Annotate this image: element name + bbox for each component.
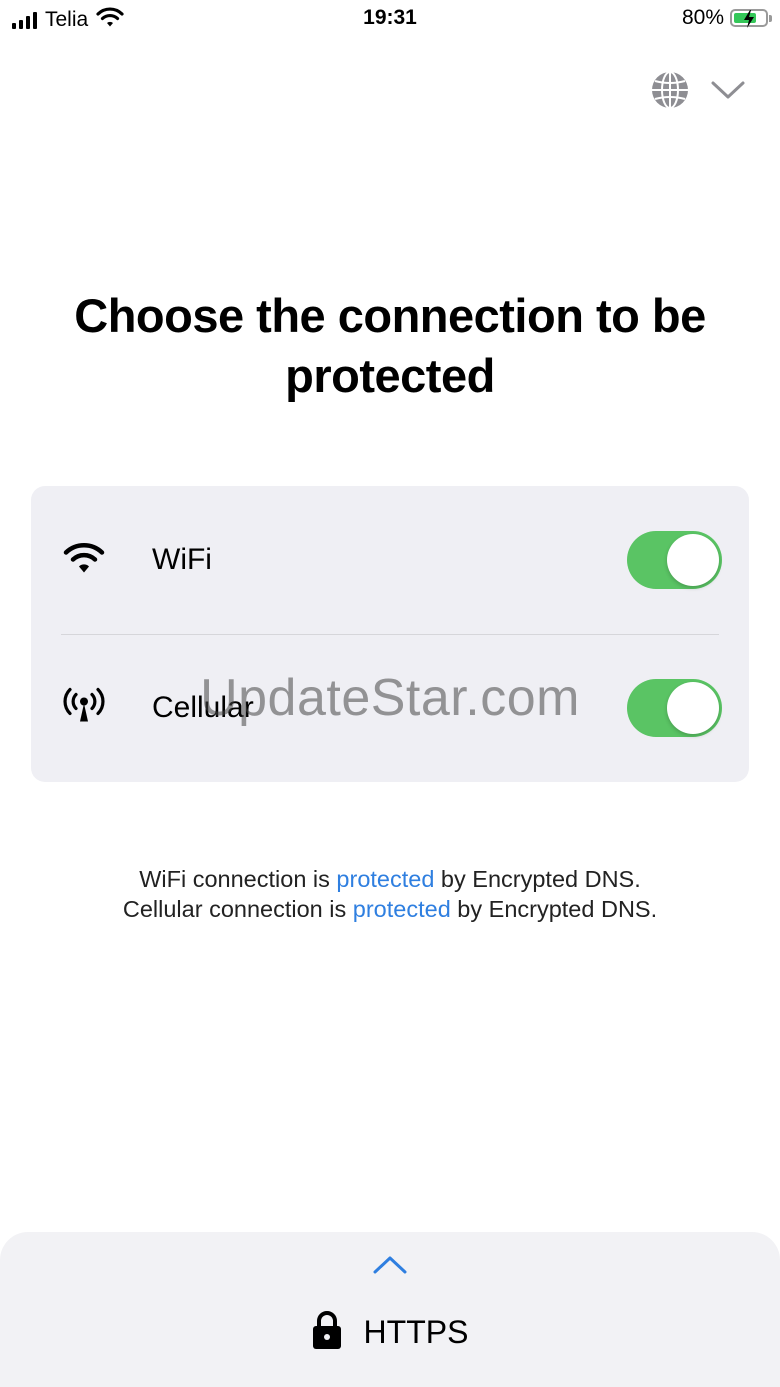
protection-status: WiFi connection is protected by Encrypte… [0,864,780,924]
connection-label-cellular: Cellular [152,691,254,724]
status-text: Cellular connection is [122,896,353,922]
protected-link[interactable]: protected [353,896,451,922]
connections-card: WiFi Cellular [31,486,749,782]
globe-icon[interactable] [650,70,690,115]
page-title: Choose the connection to be protected [74,289,706,402]
wifi-icon [63,541,105,580]
chevron-down-icon[interactable] [710,79,746,106]
wifi-toggle[interactable] [627,531,722,589]
status-bar-right: 80% [681,6,772,30]
status-bar: Telia 19:31 80% [0,0,780,40]
lock-icon [312,1310,342,1355]
antenna-icon [63,687,105,729]
battery-charging-icon [730,9,772,28]
connection-row-wifi: WiFi [31,486,749,634]
chevron-up-icon[interactable] [372,1254,408,1281]
toggle-knob [667,534,719,586]
status-text: by Encrypted DNS. [450,896,658,922]
connection-label-wifi: WiFi [152,543,212,576]
protocol-selector[interactable]: HTTPS [0,1310,780,1355]
status-line-wifi: WiFi connection is protected by Encrypte… [0,864,780,894]
status-text: WiFi connection is [139,866,337,892]
protocol-label: HTTPS [363,1314,469,1350]
protected-link[interactable]: protected [336,866,434,892]
bottom-sheet[interactable]: HTTPS [0,1232,780,1387]
battery-percent: 80% [681,6,724,29]
status-text: by Encrypted DNS. [434,866,641,892]
top-actions [650,70,746,115]
cellular-toggle[interactable] [627,679,722,737]
clock: 19:31 [363,6,417,29]
toggle-knob [667,682,719,734]
status-line-cellular: Cellular connection is protected by Encr… [0,894,780,924]
connection-row-cellular: Cellular [31,634,749,782]
